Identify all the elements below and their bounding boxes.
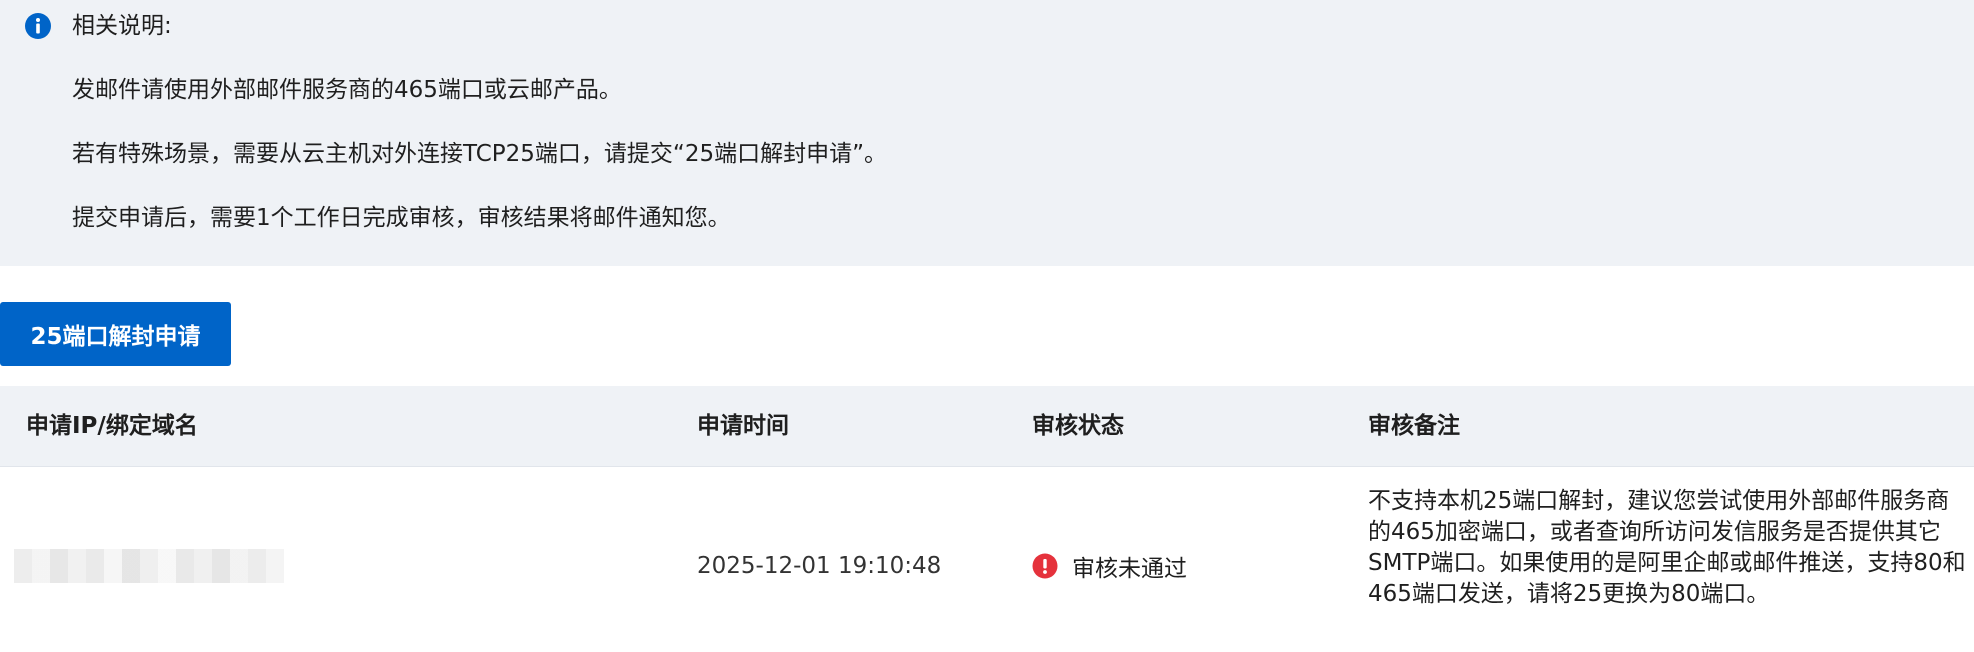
info-icon [25,13,51,39]
column-header-apply-time: 申请时间 [697,413,789,439]
notice-line-2: 若有特殊场景，需要从云主机对外连接TCP25端口，请提交“25端口解封申请”。 [72,141,887,167]
masked-ip-domain [14,549,284,583]
review-status: 审核未通过 [1032,549,1187,583]
column-header-review-remark: 审核备注 [1368,413,1460,439]
apply-time: 2025-12-01 19:10:48 [697,553,942,579]
table-header: 申请IP/绑定域名 申请时间 审核状态 审核备注 [0,386,1974,467]
notice-panel: 相关说明: 发邮件请使用外部邮件服务商的465端口或云邮产品。 若有特殊场景，需… [0,0,1974,266]
notice-line-3: 提交申请后，需要1个工作日完成审核，审核结果将邮件通知您。 [72,205,731,231]
notice-title: 相关说明: [72,13,172,39]
review-status-label: 审核未通过 [1072,556,1187,582]
port25-unblock-apply-button[interactable]: 25端口解封申请 [0,302,231,366]
column-header-review-status: 审核状态 [1032,413,1124,439]
notice-line-1: 发邮件请使用外部邮件服务商的465端口或云邮产品。 [72,77,622,103]
table-row: 2025-12-01 19:10:48 审核未通过 不支持本机25端口解封，建议… [0,467,1974,652]
review-remark: 不支持本机25端口解封，建议您尝试使用外部邮件服务商的465加密端口，或者查询所… [1368,488,1966,607]
error-icon [1032,553,1058,579]
column-header-ip-domain: 申请IP/绑定域名 [26,413,198,439]
